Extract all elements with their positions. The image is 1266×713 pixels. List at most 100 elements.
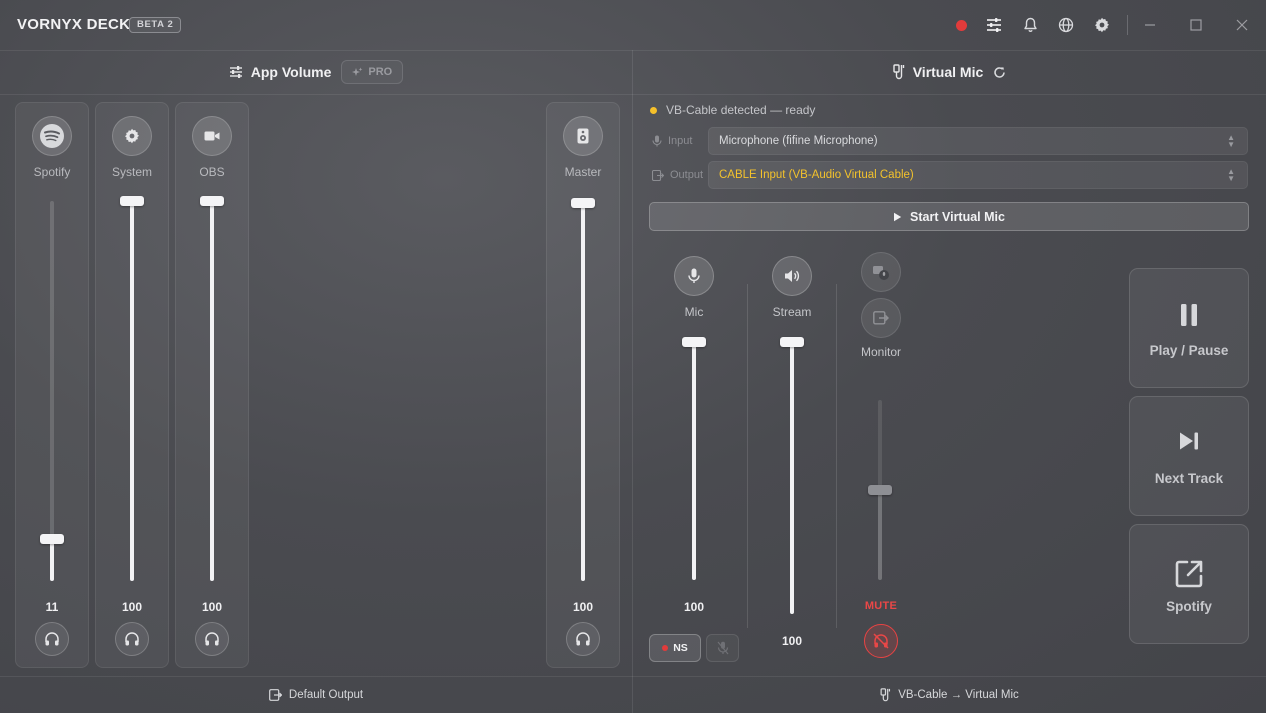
channel-label: System [111,165,152,179]
volume-slider[interactable] [40,201,64,581]
close-button[interactable] [1231,14,1253,36]
monitor-headphones-button[interactable] [35,622,69,656]
output-device-select[interactable]: CABLE Input (VB-Audio Virtual Cable) ▲ ▼ [708,161,1248,189]
slider-thumb[interactable] [200,196,224,206]
next-track-label: Next Track [1154,471,1224,486]
minimize-icon [1145,24,1155,26]
gear-icon [125,128,139,144]
volume-icon [785,270,800,282]
slider-thumb[interactable] [120,196,144,206]
virtual-mic-header: Virtual Mic [633,50,1266,94]
close-icon [1236,19,1248,31]
spotify-open-tile[interactable]: Spotify [1129,524,1249,644]
channel-value: 100 [121,600,143,614]
play-pause-label: Play / Pause [1149,343,1229,358]
column-divider [747,284,748,628]
ns-label: NS [673,642,688,654]
channel-value: 100 [572,600,594,614]
volume-slider[interactable] [200,196,224,581]
headphones-icon [45,632,59,646]
refresh-button[interactable] [993,66,1006,79]
spotify-icon [40,124,64,148]
obs-channel-button[interactable] [192,116,232,156]
mic-volume-slider[interactable] [682,337,706,580]
mic-off-icon [717,641,728,655]
master-channel-button[interactable] [563,116,603,156]
slider-thumb[interactable] [571,198,595,208]
headphones-icon [205,632,219,646]
mic-channel-button[interactable] [674,256,714,296]
select-chevron-icon: ▲ ▼ [1227,133,1235,149]
slider-thumb[interactable] [682,337,706,347]
start-virtual-mic-button[interactable]: Start Virtual Mic [649,202,1249,231]
volume-slider[interactable] [120,196,144,581]
slider-fill [130,201,134,581]
settings-button[interactable] [1091,14,1113,36]
input-row-label: Input [652,127,692,155]
panel-divider [632,50,633,713]
pro-badge[interactable]: PRO [341,60,404,84]
external-link-icon [1175,560,1203,588]
spotify-channel-button[interactable] [32,116,72,156]
footer-right-text: VB-Cable → Virtual Mic [898,688,1019,701]
headphones-muted-icon [873,633,889,649]
slider-fill [50,539,54,581]
output-icon [873,311,889,325]
input-device-select[interactable]: Microphone (fifine Microphone) ▲ ▼ [708,127,1248,155]
headphones-icon [576,632,590,646]
noise-suppression-button[interactable]: NS [649,634,701,662]
pro-label: PRO [368,66,393,78]
maximize-button[interactable] [1185,14,1207,36]
spotify-open-label: Spotify [1166,599,1212,614]
play-pause-tile[interactable]: Play / Pause [1129,268,1249,388]
play-icon [894,212,902,221]
titlebar-separator [1127,15,1128,35]
monitor-mute-status: MUTE [864,600,898,612]
mixer-button[interactable] [983,14,1005,36]
output-icon [269,688,282,701]
volume-slider[interactable] [571,198,595,581]
monitor-device-button[interactable] [861,252,901,292]
maximize-icon [1190,19,1202,31]
monitor-headphones-button[interactable] [115,622,149,656]
ns-active-dot-icon [662,645,669,651]
stream-channel-button[interactable] [772,256,812,296]
title-bar: VORNYX DECK BETA 2 [0,0,1266,50]
app-brand: VORNYX DECK [17,16,131,33]
monitor-output-button[interactable] [861,298,901,338]
minimize-button[interactable] [1139,14,1161,36]
skip-next-icon [1180,432,1198,450]
system-channel-button[interactable] [112,116,152,156]
channel-strip-system: System 100 [95,102,169,668]
footer-vb-cable[interactable]: VB-Cable → Virtual Mic [633,676,1266,713]
slider-fill [692,342,696,580]
monitor-headphones-button[interactable] [195,622,229,656]
monitor-volume-slider[interactable] [868,400,892,580]
app-volume-title: App Volume [250,64,332,80]
mixer-icon [987,18,1001,32]
sparkle-icon [352,67,363,76]
slider-thumb[interactable] [868,485,892,495]
monitor-headphones-button[interactable] [566,622,600,656]
vb-cable-status: VB-Cable detected — ready [650,103,815,117]
language-button[interactable] [1055,14,1077,36]
headphones-icon [125,632,139,646]
footer-default-output[interactable]: Default Output [0,676,632,713]
stream-label: Stream [772,305,812,319]
stream-volume-slider[interactable] [780,337,804,614]
virtual-mic-title: Virtual Mic [912,64,984,80]
pause-icon-wrap [1130,303,1248,327]
monitor-mute-button[interactable] [864,624,898,658]
start-virtual-mic-label: Start Virtual Mic [910,209,1005,224]
slider-fill [210,201,214,581]
record-indicator[interactable] [950,14,972,36]
input-label: Input [668,135,693,147]
slider-thumb[interactable] [40,534,64,545]
cable-icon [893,64,904,80]
slider-thumb[interactable] [780,337,804,347]
output-row-label: Output [652,161,703,189]
mic-mute-button[interactable] [706,634,739,662]
external-link-icon-wrap [1130,559,1248,589]
notifications-button[interactable] [1019,14,1041,36]
next-track-tile[interactable]: Next Track [1129,396,1249,516]
